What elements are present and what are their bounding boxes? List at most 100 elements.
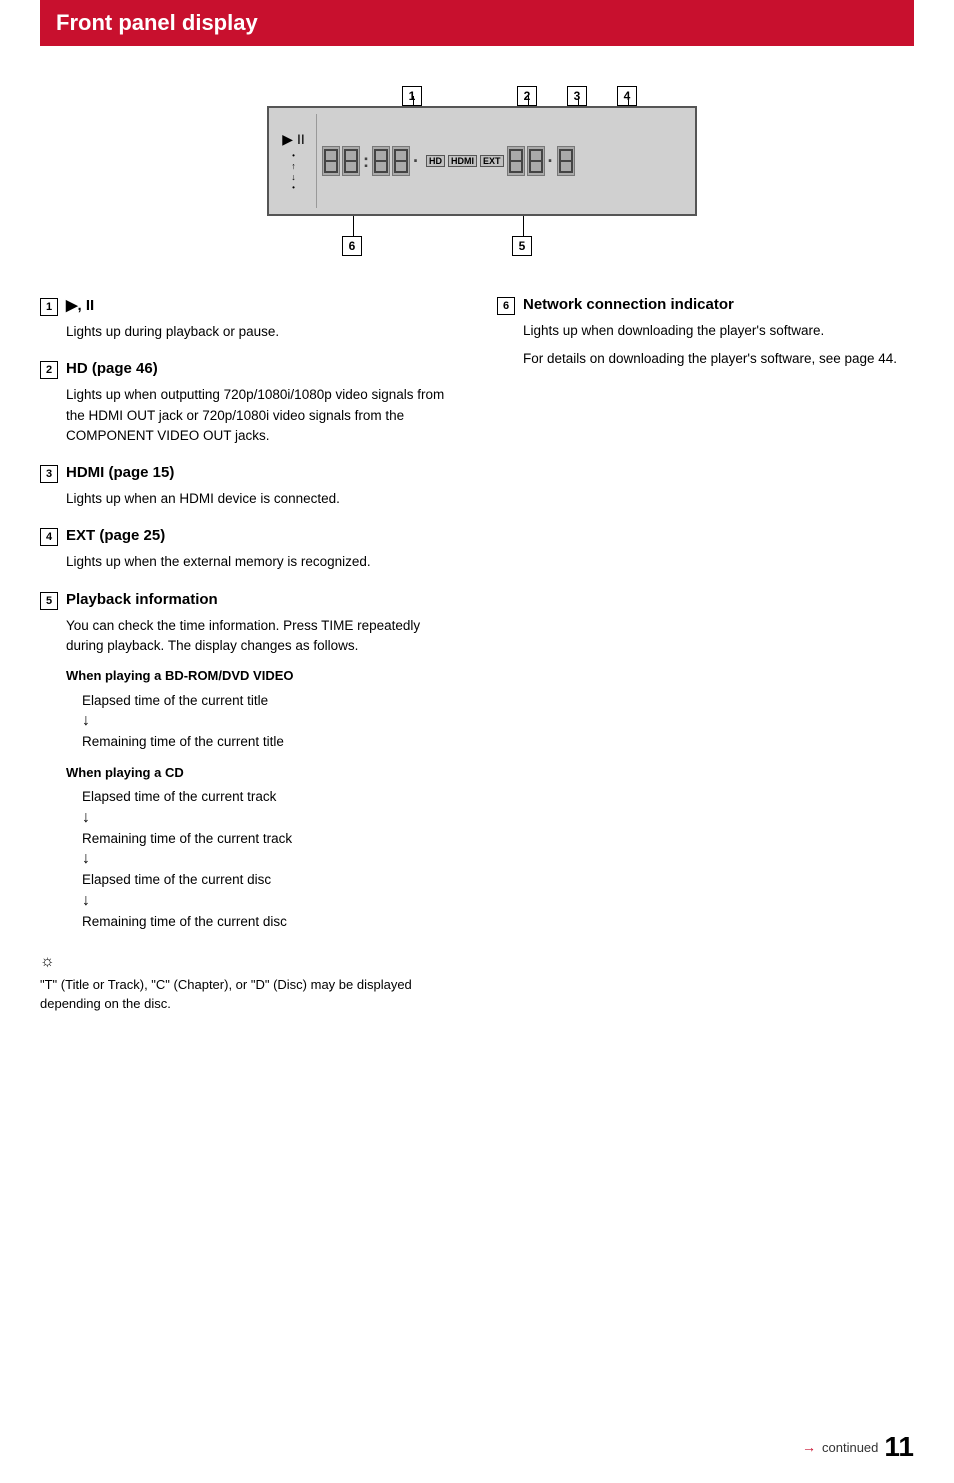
colon-3: · [548, 151, 554, 172]
panel-graphic: ▶ II • ↑ ↓ • [267, 106, 697, 216]
section-5-body: You can check the time information. Pres… [66, 616, 457, 933]
callout-6: 6 [342, 236, 362, 256]
section-2: 2 HD (page 46) Lights up when outputting… [40, 360, 457, 446]
tip-section: ☼ "T" (Title or Track), "C" (Chapter), o… [40, 953, 457, 1014]
play-pause-icons: ▶ II [282, 131, 305, 148]
digit-group-4 [557, 146, 575, 176]
digit-3 [372, 146, 390, 176]
callout-3: 3 [567, 86, 587, 106]
hdmi-indicator: HDMI [448, 155, 477, 167]
badge-1: 1 [40, 298, 58, 316]
ext-indicator: EXT [480, 155, 504, 167]
section-5-header: 5 Playback information [40, 591, 457, 610]
pause-icon: II [297, 131, 305, 148]
footer-arrow-icon: → [802, 1439, 816, 1455]
bddvd-steps: Elapsed time of the current title ↓ Rema… [82, 690, 457, 753]
digit-7 [557, 146, 575, 176]
line-2 [528, 96, 529, 106]
bullet-bottom: • [292, 183, 295, 192]
section-2-body: Lights up when outputting 720p/1080i/108… [66, 385, 457, 446]
cd-arrow-2: ↓ [82, 851, 457, 867]
right-column: 6 Network connection indicator Lights up… [497, 296, 914, 1014]
arrow-down-ctrl: ↓ [291, 172, 296, 182]
line-1 [413, 96, 414, 106]
section-4-title: EXT (page 25) [66, 527, 165, 544]
badge-6: 6 [497, 297, 515, 315]
play-icon: ▶ [282, 131, 293, 148]
colon-1: : [363, 151, 369, 172]
page-header: Front panel display [40, 0, 914, 46]
line-4 [628, 96, 629, 106]
section-6-header: 6 Network connection indicator [497, 296, 914, 315]
footer: → continued 11 [802, 1431, 914, 1463]
hd-indicator: HD [426, 155, 445, 167]
section-6-title: Network connection indicator [523, 296, 734, 313]
cd-step-4: Remaining time of the current disc [82, 911, 457, 933]
digit-4 [392, 146, 410, 176]
digit-6 [527, 146, 545, 176]
line-6 [353, 216, 354, 236]
cd-step-3: Elapsed time of the current disc [82, 869, 457, 891]
colon-2: · [413, 151, 419, 172]
callout-5: 5 [512, 236, 532, 256]
section-4-header: 4 EXT (page 25) [40, 527, 457, 546]
callout-1: 1 [402, 86, 422, 106]
sub-title-bddvd: When playing a BD-ROM/DVD VIDEO [66, 666, 457, 686]
digit-5 [507, 146, 525, 176]
section-6: 6 Network connection indicator Lights up… [497, 296, 914, 370]
cd-step-2: Remaining time of the current track [82, 828, 457, 850]
section-1-header: 1 ▶, II [40, 296, 457, 316]
left-column: 1 ▶, II Lights up during playback or pau… [40, 296, 457, 1014]
content-columns: 1 ▶, II Lights up during playback or pau… [40, 296, 914, 1014]
section-6-body: Lights up when downloading the player's … [523, 321, 914, 370]
tip-icon: ☼ [40, 953, 457, 971]
arrow-1: ↓ [82, 713, 457, 729]
badge-4: 4 [40, 528, 58, 546]
digit-1 [322, 146, 340, 176]
segment-display: : [322, 114, 687, 208]
footer-continued-label: continued [822, 1440, 878, 1455]
section-4-body: Lights up when the external memory is re… [66, 552, 457, 572]
arrow-up: ↑ [291, 161, 296, 171]
callout-2: 2 [517, 86, 537, 106]
section-1-title: ▶, II [66, 296, 94, 314]
section-2-title: HD (page 46) [66, 360, 158, 377]
cd-steps: Elapsed time of the current track ↓ Rema… [82, 786, 457, 932]
tip-body: "T" (Title or Track), "C" (Chapter), or … [40, 975, 457, 1014]
badge-2: 2 [40, 361, 58, 379]
digit-2 [342, 146, 360, 176]
section-4: 4 EXT (page 25) Lights up when the exter… [40, 527, 457, 572]
section-2-header: 2 HD (page 46) [40, 360, 457, 379]
digit-group-3 [507, 146, 545, 176]
left-controls: ▶ II • ↑ ↓ • [277, 114, 317, 208]
section-6-line-1: Lights up when downloading the player's … [523, 321, 914, 341]
section-3-title: HDMI (page 15) [66, 464, 174, 481]
cd-arrow-1: ↓ [82, 810, 457, 826]
indicator-row-1: HD HDMI EXT [426, 155, 504, 167]
indicator-labels: HD HDMI EXT [426, 155, 504, 167]
cd-step-1: Elapsed time of the current track [82, 786, 457, 808]
cd-arrow-3: ↓ [82, 893, 457, 909]
badge-3: 3 [40, 465, 58, 483]
section-3-header: 3 HDMI (page 15) [40, 464, 457, 483]
step-2: Remaining time of the current title [82, 731, 457, 753]
page-title: Front panel display [56, 10, 898, 36]
disc-controls: • ↑ ↓ • [291, 151, 296, 192]
bullet-top: • [292, 151, 295, 160]
diagram-section: 1 2 3 4 ▶ II • ↑ ↓ • [40, 76, 914, 266]
section-5-title: Playback information [66, 591, 218, 608]
section-5-intro: You can check the time information. Pres… [66, 616, 457, 657]
line-5 [523, 216, 524, 236]
section-3: 3 HDMI (page 15) Lights up when an HDMI … [40, 464, 457, 509]
step-1: Elapsed time of the current title [82, 690, 457, 712]
section-1: 1 ▶, II Lights up during playback or pau… [40, 296, 457, 342]
badge-5: 5 [40, 592, 58, 610]
callout-4: 4 [617, 86, 637, 106]
digit-group-2 [372, 146, 410, 176]
footer-page-number: 11 [884, 1431, 914, 1463]
section-3-body: Lights up when an HDMI device is connect… [66, 489, 457, 509]
section-1-body: Lights up during playback or pause. [66, 322, 457, 342]
sub-title-cd: When playing a CD [66, 763, 457, 783]
panel-diagram: 1 2 3 4 ▶ II • ↑ ↓ • [217, 76, 737, 266]
section-6-line-2: For details on downloading the player's … [523, 349, 914, 369]
